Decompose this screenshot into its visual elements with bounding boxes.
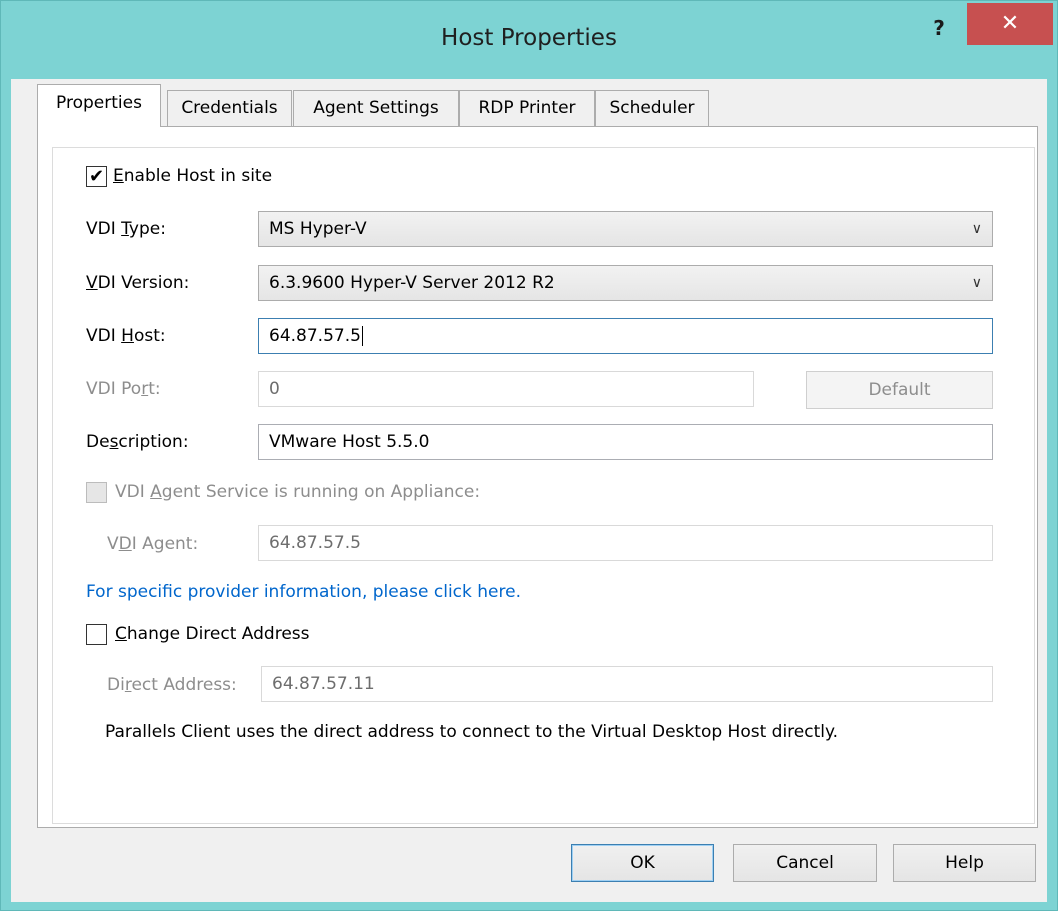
vdi-version-value: 6.3.9600 Hyper-V Server 2012 R2: [269, 273, 555, 293]
vdi-host-mnemonic: H: [121, 326, 134, 346]
dialog-client-area: Properties Credentials Agent Settings RD…: [11, 79, 1047, 902]
title-bar[interactable]: Host Properties ? ✕: [1, 1, 1057, 79]
agent-service-checkbox[interactable]: [86, 482, 107, 503]
vdi-host-label: VDI Host:: [86, 326, 166, 346]
vdi-port-label-b: t:: [148, 379, 161, 399]
direct-address-label-b: ect Address:: [131, 675, 237, 695]
tab-scheduler[interactable]: Scheduler: [595, 90, 709, 126]
cancel-button[interactable]: Cancel: [733, 844, 877, 882]
help-button[interactable]: Help: [893, 844, 1036, 882]
enable-host-checkbox[interactable]: ✔: [86, 166, 107, 187]
enable-host-label[interactable]: Enable Host in site: [113, 166, 272, 186]
host-properties-dialog: Host Properties ? ✕ Properties Credentia…: [0, 0, 1058, 911]
change-direct-address-label[interactable]: Change Direct Address: [115, 624, 310, 644]
vdi-type-label-a: VDI: [86, 219, 122, 239]
vdi-port-input[interactable]: 0: [258, 371, 754, 407]
change-direct-address-checkbox[interactable]: [86, 624, 107, 645]
tab-rdp-printer[interactable]: RDP Printer: [459, 90, 595, 126]
vdi-agent-label-a: V: [107, 534, 119, 554]
vdi-agent-label: VDI Agent:: [107, 534, 198, 554]
direct-address-input[interactable]: 64.87.57.11: [261, 666, 993, 702]
change-direct-label-b: hange Direct Address: [126, 624, 310, 644]
direct-address-label: Direct Address:: [107, 675, 237, 695]
chevron-down-icon: ∨: [971, 221, 982, 237]
agent-service-label-a: VDI: [115, 482, 151, 502]
help-icon[interactable]: ?: [921, 13, 957, 43]
vdi-type-label: VDI Type:: [86, 219, 166, 239]
vdi-version-select[interactable]: 6.3.9600 Hyper-V Server 2012 R2 ∨: [258, 265, 993, 301]
description-label-b: cription:: [118, 432, 189, 452]
vdi-type-value: MS Hyper-V: [269, 219, 367, 239]
description-label-a: De: [86, 432, 110, 452]
tab-properties[interactable]: Properties: [37, 84, 161, 127]
provider-info-link[interactable]: For specific provider information, pleas…: [86, 582, 521, 602]
agent-service-mnemonic: A: [150, 482, 162, 502]
vdi-port-label: VDI Port:: [86, 379, 161, 399]
window-title: Host Properties: [441, 25, 617, 51]
vdi-type-mnemonic: T: [121, 219, 129, 239]
vdi-type-select[interactable]: MS Hyper-V ∨: [258, 211, 993, 247]
chevron-down-icon: ∨: [971, 275, 982, 291]
tab-credentials[interactable]: Credentials: [167, 90, 292, 126]
text-caret: [361, 326, 363, 346]
change-direct-mnemonic: C: [115, 624, 127, 644]
enable-host-text: nable Host in site: [123, 166, 273, 186]
vdi-version-label-b: DI Version:: [97, 273, 190, 293]
tab-agent-settings[interactable]: Agent Settings: [293, 90, 459, 126]
vdi-agent-label-b: I Agent:: [131, 534, 199, 554]
vdi-port-label-a: VDI Po: [86, 379, 142, 399]
description-input[interactable]: VMware Host 5.5.0: [258, 424, 993, 460]
direct-address-label-a: Di: [107, 675, 125, 695]
vdi-type-label-b: ype:: [128, 219, 166, 239]
ok-button[interactable]: OK: [571, 844, 714, 882]
agent-service-label-b: gent Service is running on Appliance:: [161, 482, 481, 502]
vdi-version-mnemonic: V: [86, 273, 98, 293]
vdi-host-input[interactable]: 64.87.57.5: [258, 318, 993, 354]
enable-host-mnemonic: E: [113, 166, 124, 186]
properties-group: ✔ Enable Host in site VDI Type: MS Hyper…: [52, 147, 1035, 824]
checkmark-icon: ✔: [88, 166, 105, 187]
vdi-agent-input[interactable]: 64.87.57.5: [258, 525, 993, 561]
vdi-host-label-b: ost:: [133, 326, 166, 346]
description-label: Description:: [86, 432, 189, 452]
vdi-version-label: VDI Version:: [86, 273, 189, 293]
properties-panel: ✔ Enable Host in site VDI Type: MS Hyper…: [37, 126, 1038, 828]
vdi-host-label-a: VDI: [86, 326, 122, 346]
close-button[interactable]: ✕: [967, 3, 1053, 45]
agent-service-label[interactable]: VDI Agent Service is running on Applianc…: [115, 482, 480, 502]
vdi-agent-mnemonic: D: [118, 534, 132, 554]
default-port-button[interactable]: Default: [806, 371, 993, 409]
direct-address-note: Parallels Client uses the direct address…: [105, 722, 839, 742]
vdi-host-value: 64.87.57.5: [269, 326, 361, 346]
